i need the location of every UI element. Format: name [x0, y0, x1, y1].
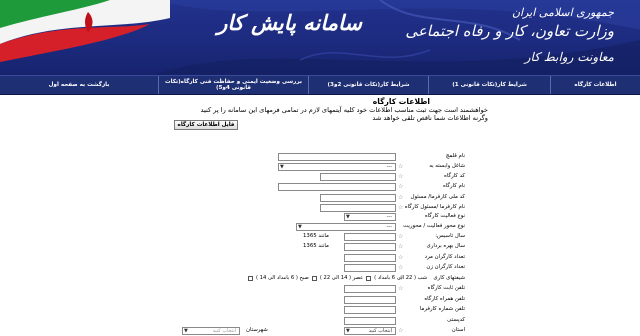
label-postal-code: کدپستی: [447, 317, 465, 323]
required-star: ☆: [398, 194, 404, 201]
label-employer-name: نام کارفرما /مسئول کارگاه: [404, 204, 465, 210]
employer-phone-input[interactable]: [344, 306, 396, 314]
province-select[interactable]: ▼ انتخاب کنید: [344, 327, 396, 335]
shift-evening-checkbox[interactable]: [311, 276, 317, 281]
label-city: شهرستان: [246, 327, 268, 333]
chevron-down-icon: ▼: [184, 328, 188, 334]
title-input[interactable]: [278, 153, 396, 161]
required-star: ☆: [398, 233, 404, 240]
chevron-down-icon: ▼: [346, 328, 350, 334]
brand-line-2: وزارت تعاون، کار و رفاه اجتماعی: [405, 22, 614, 40]
page-title: اطلاعات کارگاه: [372, 97, 430, 106]
label-province: استان: [451, 327, 465, 333]
system-title: سامانه پایش کار: [217, 10, 362, 35]
required-star: ☆: [398, 264, 404, 271]
iran-flag-icon: [0, 0, 170, 62]
label-mobile: تلفن همراه کارگاه: [424, 296, 465, 302]
nav-item-work-conditions-1[interactable]: شرایط کار(تکات قانونی 1): [428, 76, 550, 94]
shift-evening-label: عصر ( 14 الی 22 ): [319, 275, 364, 281]
required-star: ☆: [398, 183, 404, 190]
label-male-count: تعداد کارگران مرد: [424, 254, 465, 260]
required-star: ☆: [398, 254, 404, 261]
nav-item-back-home[interactable]: بازگشت به صفحه اول: [0, 76, 158, 94]
national-id-input[interactable]: [320, 194, 396, 202]
nav-item-safety-review[interactable]: بررسی وضعیت ایمنی و حفاظت فنی کارگاه(تکا…: [158, 76, 308, 94]
chevron-down-icon: ▼: [346, 214, 350, 220]
nav-item-work-conditions-2-3[interactable]: شرایط کار(تکات قانونی 2و3): [308, 76, 428, 94]
label-phone: تلفن ثابت کارگاه: [427, 285, 465, 291]
operation-year-hint: مانند 1365: [303, 243, 329, 249]
dependency-select[interactable]: ▼ ---: [278, 163, 396, 171]
main-activity-select[interactable]: ▼ ---: [296, 223, 396, 231]
employer-name-input[interactable]: [320, 204, 396, 212]
required-star: ☆: [398, 285, 404, 292]
shift-night-checkbox[interactable]: [366, 276, 372, 281]
main-nav: اطلاعات کارگاه شرایط کار(تکات قانونی 1) …: [0, 75, 640, 95]
brand-line-3: معاونت روابط کار: [524, 50, 614, 64]
founding-year-input[interactable]: [344, 233, 396, 241]
shift-night-label: شب ( 22 الی 6 بامداد ): [374, 275, 428, 281]
workshop-info-file-button[interactable]: فایل اطلاعات کارگاه: [174, 120, 238, 130]
label-workshop-code: کد کارگاه: [444, 173, 465, 179]
required-star: ☆: [398, 173, 404, 180]
label-workshop-name: نام کارگاه: [442, 183, 465, 189]
operation-year-input[interactable]: [344, 243, 396, 251]
city-select[interactable]: ▼ انتخاب کنید: [182, 327, 240, 335]
nav-item-workshop-info[interactable]: اطلاعات کارگاه: [550, 76, 640, 94]
female-count-input[interactable]: [344, 264, 396, 272]
workshop-name-input[interactable]: [278, 183, 396, 191]
shift-options: صبح ( 6 بامداد الی 14 ) عصر ( 14 الی 22 …: [248, 274, 427, 283]
label-title: نام قلمچ: [445, 153, 465, 159]
phone-input[interactable]: [344, 285, 396, 293]
label-dependency: شاغل وابسته به: [429, 163, 465, 169]
required-star: ☆: [398, 243, 404, 250]
mobile-input[interactable]: [344, 296, 396, 304]
shift-morning-checkbox[interactable]: [248, 276, 253, 281]
label-female-count: تعداد کارگران زن: [426, 264, 465, 270]
male-count-input[interactable]: [344, 254, 396, 262]
label-national-id: کد ملی کارفرما/ مسئول: [410, 194, 465, 200]
required-star: ☆: [398, 163, 404, 170]
postal-code-input[interactable]: [344, 317, 396, 325]
intro-section: اطلاعات کارگاه خواهشمند است جهت ثبت مناس…: [158, 97, 489, 122]
brand-line-1: جمهوری اسلامی ایران: [511, 6, 614, 19]
required-star: ☆: [398, 204, 404, 211]
label-operation-year: سال بهره برداری: [426, 243, 465, 249]
label-fax: تلفن شماره کارفرما: [419, 306, 465, 312]
label-main-activity: نوع محور فعالیت / محوریت: [403, 223, 465, 229]
label-founding-year: سال تاسیس:: [435, 233, 465, 239]
chevron-down-icon: ▼: [298, 224, 302, 230]
shift-morning-label: صبح ( 6 بامداد الی 14 ): [256, 275, 309, 281]
workshop-code-input[interactable]: [320, 173, 396, 181]
founding-year-hint: مانند 1365: [303, 233, 329, 239]
chevron-down-icon: ▼: [280, 164, 284, 170]
header-banner: جمهوری اسلامی ایران وزارت تعاون، کار و ر…: [0, 0, 640, 75]
label-activity-type: نوع فعالیت کارگاه: [424, 213, 465, 219]
required-star: ☆: [398, 327, 404, 334]
activity-type-select[interactable]: ▼ ---: [344, 213, 396, 221]
